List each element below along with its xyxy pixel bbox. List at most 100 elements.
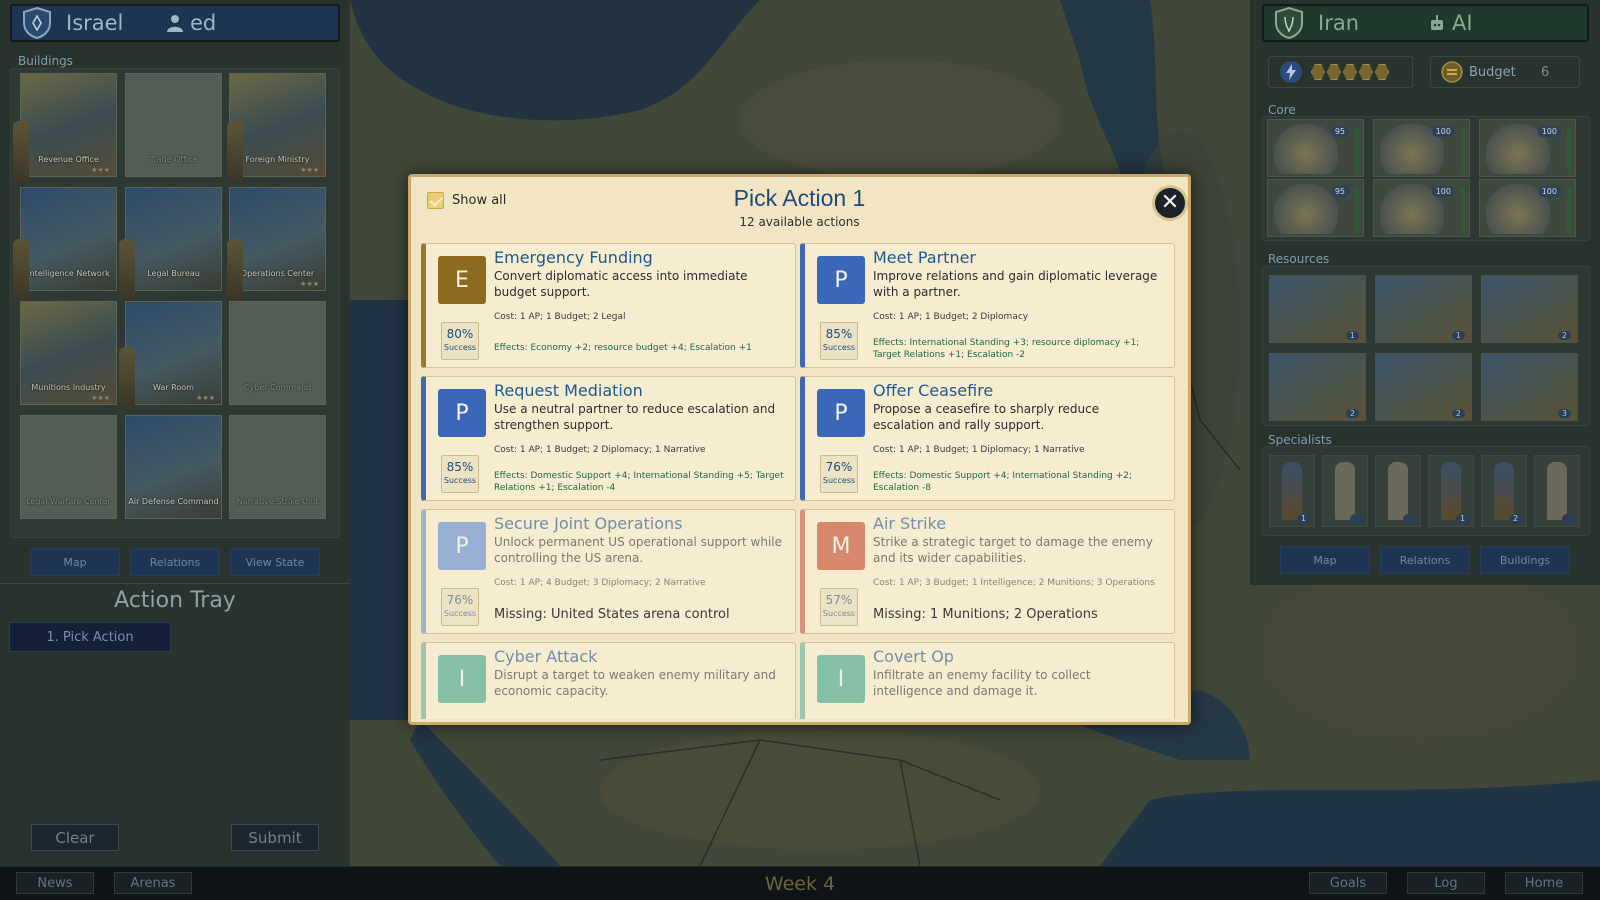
- action-description: Unlock permanent US operational support …: [494, 535, 782, 565]
- specialist-tile[interactable]: [1375, 455, 1421, 527]
- building-war-room[interactable]: War Room ★★★: [125, 301, 222, 405]
- specialist-tile[interactable]: 2: [1481, 455, 1527, 527]
- home-button[interactable]: Home: [1505, 872, 1583, 894]
- specialist-figure: [227, 239, 243, 301]
- core-building[interactable]: 100: [1373, 179, 1470, 237]
- success-percent: 85%: [825, 327, 853, 341]
- building-name: Legal Bureau: [147, 269, 200, 278]
- action-card-offer-ceasefire[interactable]: P Offer Ceasefire Propose a ceasefire to…: [800, 376, 1175, 501]
- building-operations-center[interactable]: Operations Center ★★★: [229, 187, 326, 291]
- action-cost: Cost: 1 AP; 1 Budget; 2 Diplomacy; 1 Nar…: [494, 445, 706, 455]
- building-trade-office[interactable]: Trade Office: [125, 73, 222, 177]
- action-card-emergency-funding[interactable]: E Emergency Funding Convert diplomatic a…: [421, 243, 796, 368]
- politics-category-icon: P: [438, 389, 486, 437]
- map-button[interactable]: Map: [1280, 546, 1370, 574]
- building-name: Narrative Strike Unit: [236, 497, 319, 506]
- relations-button[interactable]: Relations: [130, 548, 220, 576]
- action-card-secure-joint-operations[interactable]: P Secure Joint Operations Unlock permane…: [421, 509, 796, 634]
- action-description: Convert diplomatic access into immediate…: [494, 269, 748, 299]
- resources-label: Resources: [1268, 252, 1330, 266]
- building-name: Operations Center: [240, 269, 315, 278]
- resource-count: 3: [1557, 409, 1571, 418]
- action-card-request-mediation[interactable]: P Request Mediation Use a neutral partne…: [421, 376, 796, 501]
- specialists-label: Specialists: [1268, 433, 1332, 447]
- building-name: Revenue Office: [38, 155, 99, 164]
- submit-button[interactable]: Submit: [231, 824, 319, 851]
- intelligence-category-icon: I: [817, 655, 865, 703]
- specialist-figure: [227, 121, 243, 183]
- building-name: Legal Warfare Center: [26, 497, 111, 506]
- action-description: Strike a strategic target to damage the …: [873, 535, 1153, 565]
- core-building[interactable]: 95: [1267, 179, 1364, 237]
- buildings-button[interactable]: Buildings: [1480, 546, 1570, 574]
- core-building[interactable]: 95: [1267, 119, 1364, 177]
- building-narrative-strike-unit[interactable]: Narrative Strike Unit: [229, 415, 326, 519]
- building-cyber-command[interactable]: Cyber Command: [229, 301, 326, 405]
- specialist-figure: [119, 347, 135, 409]
- building-munitions-industry[interactable]: Munitions Industry ★★★: [20, 301, 117, 405]
- action-description: Improve relations and gain diplomatic le…: [873, 269, 1158, 299]
- specialist-figure: [13, 239, 29, 301]
- dialog-subtitle: 12 available actions: [739, 215, 860, 229]
- dialog-title: Pick Action 1: [733, 185, 866, 211]
- view-state-button[interactable]: View State: [230, 548, 320, 576]
- building-revenue-office[interactable]: Revenue Office ★★★: [20, 73, 117, 177]
- player-name: Israel: [66, 11, 124, 35]
- building-legal-warfare-center[interactable]: Legal Warfare Center: [20, 415, 117, 519]
- core-building[interactable]: 100: [1479, 179, 1576, 237]
- clear-button[interactable]: Clear: [31, 824, 119, 851]
- log-button[interactable]: Log: [1407, 872, 1485, 894]
- relations-button[interactable]: Relations: [1380, 546, 1470, 574]
- economy-category-icon: E: [438, 256, 486, 304]
- player-controller: AI: [1428, 11, 1473, 35]
- close-button[interactable]: ✕: [1152, 185, 1188, 221]
- resource-count: 2: [1345, 409, 1359, 418]
- action-cost: Cost: 1 AP; 1 Budget; 2 Legal: [494, 312, 626, 322]
- map-button[interactable]: Map: [30, 548, 120, 576]
- resource-tile[interactable]: 2: [1481, 275, 1578, 343]
- resource-tile[interactable]: 2: [1375, 353, 1472, 421]
- building-foreign-ministry[interactable]: Foreign Ministry ★★★: [229, 73, 326, 177]
- action-effects: Effects: International Standing +3; reso…: [873, 338, 1140, 360]
- action-card-meet-partner[interactable]: P Meet Partner Improve relations and gai…: [800, 243, 1175, 368]
- success-label: Success: [822, 476, 856, 485]
- action-description: Infiltrate an enemy facility to collect …: [873, 668, 1091, 698]
- success-chance-badge: 80% Success: [441, 322, 479, 360]
- specialist-count: [1350, 514, 1364, 524]
- rating-stars: ★★★: [91, 394, 110, 402]
- action-card-covert-op[interactable]: I Covert Op Infiltrate an enemy facility…: [800, 642, 1175, 719]
- resource-count: 2: [1557, 331, 1571, 340]
- resource-tile[interactable]: 2: [1269, 353, 1366, 421]
- buildings-label: Buildings: [18, 54, 73, 68]
- resource-tile[interactable]: 1: [1269, 275, 1366, 343]
- core-label: Core: [1268, 103, 1296, 117]
- resource-tile[interactable]: 3: [1481, 353, 1578, 421]
- specialist-tile[interactable]: 1: [1428, 455, 1474, 527]
- divider: [0, 583, 350, 584]
- building-name: Cyber Command: [243, 383, 312, 392]
- action-title: Offer Ceasefire: [873, 381, 994, 400]
- core-building[interactable]: 100: [1373, 119, 1470, 177]
- politics-category-icon: P: [817, 389, 865, 437]
- robot-icon: [1431, 15, 1443, 30]
- player-controller: ed: [166, 11, 216, 35]
- core-building[interactable]: 100: [1479, 119, 1576, 177]
- action-description: Use a neutral partner to reduce escalati…: [494, 402, 776, 432]
- action-slot-1[interactable]: 1. Pick Action: [9, 622, 171, 652]
- specialist-tile[interactable]: [1322, 455, 1368, 527]
- specialist-tile[interactable]: [1534, 455, 1580, 527]
- building-name: Foreign Ministry: [245, 155, 310, 164]
- action-card-list[interactable]: E Emergency Funding Convert diplomatic a…: [421, 243, 1180, 719]
- action-card-air-strike[interactable]: M Air Strike Strike a strategic target t…: [800, 509, 1175, 634]
- specialist-count: 2: [1509, 514, 1523, 524]
- building-legal-bureau[interactable]: Legal Bureau: [125, 187, 222, 291]
- specialist-tile[interactable]: 1: [1269, 455, 1315, 527]
- action-card-cyber-attack[interactable]: I Cyber Attack Disrupt a target to weake…: [421, 642, 796, 719]
- goals-button[interactable]: Goals: [1309, 872, 1387, 894]
- building-intelligence-network[interactable]: Intelligence Network: [20, 187, 117, 291]
- building-air-defense-command[interactable]: Air Defense Command: [125, 415, 222, 519]
- intelligence-category-icon: I: [438, 655, 486, 703]
- specialist-count: 1: [1297, 514, 1311, 524]
- resource-tile[interactable]: 1: [1375, 275, 1472, 343]
- action-tray-title: Action Tray: [114, 588, 236, 613]
